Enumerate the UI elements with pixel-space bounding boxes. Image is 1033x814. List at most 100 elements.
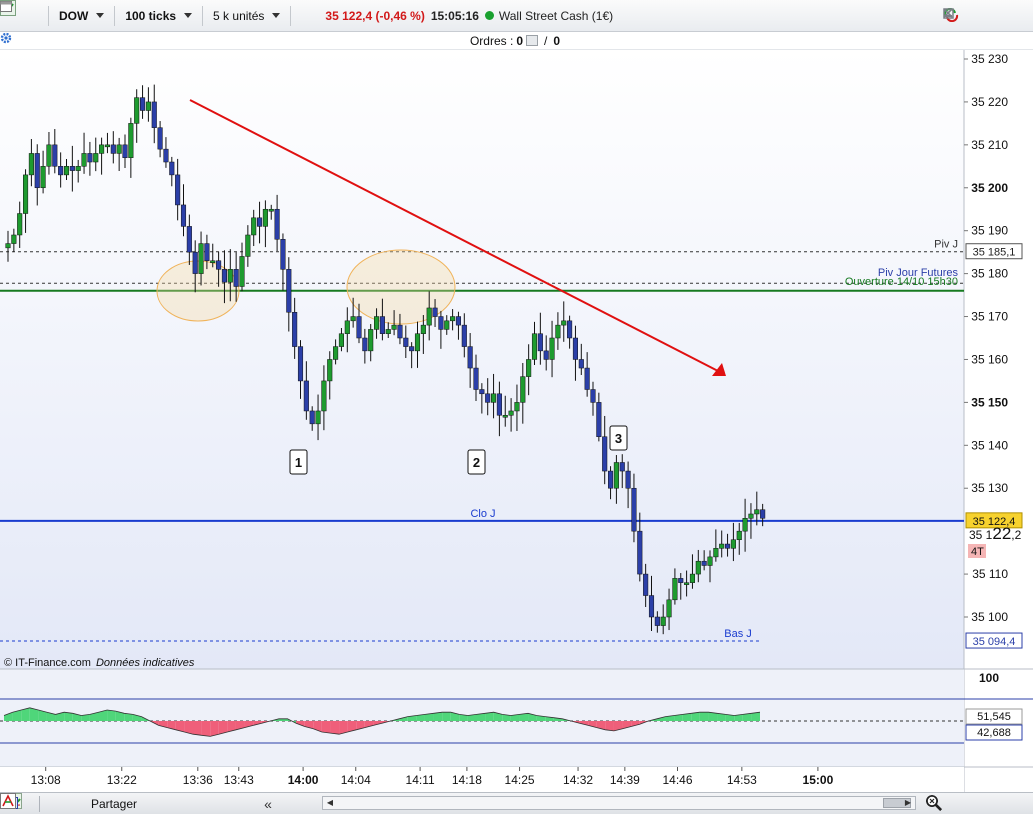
candle-body bbox=[713, 548, 719, 558]
candle-body bbox=[461, 324, 467, 347]
annotation-label-2: 2 bbox=[473, 455, 480, 470]
chart-settings-icon[interactable] bbox=[0, 793, 166, 813]
candle-body bbox=[549, 337, 555, 360]
zoom-out-icon[interactable] bbox=[926, 794, 975, 812]
candle-body bbox=[695, 560, 701, 575]
scroll-right-icon[interactable]: ▶ bbox=[902, 797, 914, 809]
candle-body bbox=[151, 101, 157, 128]
candle-body bbox=[520, 376, 526, 403]
chevron-down-icon[interactable] bbox=[0, 793, 36, 813]
candle-body bbox=[292, 311, 298, 347]
bottom-separator bbox=[39, 795, 40, 812]
candle-body bbox=[233, 269, 239, 287]
zoom-in-icon[interactable] bbox=[926, 794, 1002, 812]
trade-icon[interactable] bbox=[0, 793, 258, 813]
watermark-text: © IT-Finance.com bbox=[4, 657, 91, 669]
candle-body bbox=[584, 367, 590, 390]
candle-body bbox=[643, 573, 649, 596]
candle-body bbox=[356, 316, 362, 339]
units-dropdown[interactable]: 5 k unités bbox=[207, 5, 286, 27]
orders-box-icon[interactable] bbox=[526, 35, 538, 46]
candle-body bbox=[81, 153, 87, 167]
price-chart[interactable]: 35 230 35 220 35 210 35 200 35 190 35 180 35 1… bbox=[0, 50, 1033, 792]
candle-body bbox=[491, 393, 497, 403]
candle-body bbox=[274, 208, 280, 240]
ouverture-label: Ouverture 14/10 15h30 bbox=[845, 276, 958, 288]
minimize-icon[interactable] bbox=[944, 8, 983, 20]
chevron-down-icon[interactable] bbox=[0, 793, 83, 813]
share-button[interactable]: Partager bbox=[0, 793, 143, 814]
osc-area bbox=[193, 721, 202, 736]
toolbar-separator bbox=[48, 5, 49, 26]
chart-area[interactable]: 35 230 35 220 35 210 35 200 35 190 35 180 35 1… bbox=[0, 50, 1033, 792]
candle-body bbox=[40, 166, 46, 189]
chart-type-icon[interactable] bbox=[0, 0, 44, 24]
y-tick-label: 35 200 bbox=[971, 181, 1008, 195]
piv-j-axis-value: 35 185,1 bbox=[973, 247, 1016, 259]
candle-body bbox=[473, 367, 479, 390]
x-tick-label: 14:00 bbox=[288, 773, 319, 787]
order-book-icon[interactable] bbox=[0, 793, 212, 813]
chevron-down-icon bbox=[96, 13, 105, 18]
close-icon[interactable] bbox=[943, 8, 1027, 20]
ticks-label: 100 ticks bbox=[125, 8, 177, 23]
y-tick-label: 35 230 bbox=[971, 52, 1008, 66]
tick-count-label: 4T bbox=[971, 546, 984, 558]
candle-body bbox=[303, 380, 309, 412]
candle-body bbox=[134, 97, 140, 124]
candle-body bbox=[262, 208, 268, 227]
candle-body bbox=[450, 316, 456, 322]
instrument-dropdown[interactable]: DOW bbox=[53, 5, 110, 27]
candle-body bbox=[245, 234, 251, 257]
x-tick-label: 14:32 bbox=[563, 773, 593, 787]
candle-body bbox=[479, 389, 485, 395]
bas-j-axis-value: 35 094,4 bbox=[973, 636, 1016, 648]
candle-body bbox=[736, 530, 742, 540]
candle-body bbox=[444, 320, 450, 330]
candle-body bbox=[754, 509, 760, 515]
price-panel-bg bbox=[0, 50, 964, 669]
y-tick-label: 35 140 bbox=[971, 438, 1008, 452]
candle-body bbox=[69, 166, 75, 171]
y-tick-label: 35 160 bbox=[971, 352, 1008, 366]
orders-label: Ordres : bbox=[469, 33, 514, 48]
window-controls bbox=[943, 8, 1027, 22]
watermark-note: Données indicatives bbox=[96, 657, 195, 669]
candle-body bbox=[508, 410, 514, 416]
candle-body bbox=[192, 251, 198, 274]
candle-body bbox=[455, 316, 461, 326]
candle-body bbox=[128, 123, 134, 158]
candle-body bbox=[280, 239, 286, 270]
toolbar-separator bbox=[114, 5, 116, 26]
candle-body bbox=[140, 97, 146, 111]
candle-body bbox=[157, 127, 163, 150]
maximize-icon[interactable] bbox=[943, 8, 1005, 20]
calendar-icon[interactable] bbox=[0, 1, 319, 24]
highlight-ellipse-2 bbox=[346, 249, 456, 325]
indicator-icon[interactable] bbox=[0, 793, 70, 813]
zoom-custom-icon[interactable] bbox=[926, 794, 1029, 812]
scroll-left-icon[interactable]: ◀ bbox=[324, 797, 336, 809]
x-tick-label: 15:00 bbox=[803, 773, 834, 787]
double-chevron-left-icon[interactable]: « bbox=[261, 795, 275, 813]
candle-body bbox=[46, 144, 52, 167]
annotation-1: 1 bbox=[289, 449, 308, 475]
list-icon[interactable] bbox=[0, 793, 189, 813]
candle-body bbox=[637, 530, 643, 575]
candle-body bbox=[660, 616, 666, 626]
horizontal-scrollbar[interactable]: ◀ ▶ bbox=[322, 796, 916, 810]
candle-body bbox=[180, 204, 187, 227]
osc-area bbox=[210, 721, 219, 737]
ticks-dropdown[interactable]: 100 ticks bbox=[119, 5, 198, 27]
x-tick-label: 13:36 bbox=[183, 773, 213, 787]
candle-body bbox=[321, 380, 327, 412]
x-tick-label: 13:08 bbox=[31, 773, 61, 787]
candle-body bbox=[122, 144, 128, 158]
annotation-2: 2 bbox=[467, 449, 486, 475]
candle-body bbox=[438, 316, 444, 330]
candle-body bbox=[145, 101, 151, 111]
chevron-down-icon bbox=[272, 13, 281, 18]
window-layout-icon[interactable] bbox=[0, 793, 235, 813]
candle-body bbox=[748, 513, 754, 519]
candle-body bbox=[684, 582, 690, 585]
